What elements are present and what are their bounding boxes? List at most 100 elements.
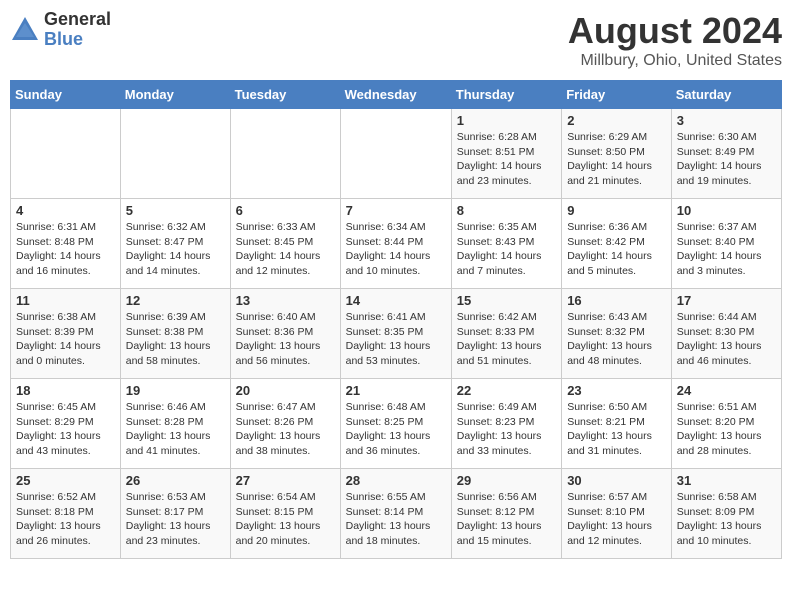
calendar-cell: 29Sunrise: 6:56 AM Sunset: 8:12 PM Dayli… — [451, 469, 561, 559]
day-info: Sunrise: 6:58 AM Sunset: 8:09 PM Dayligh… — [677, 490, 776, 549]
calendar-cell: 14Sunrise: 6:41 AM Sunset: 8:35 PM Dayli… — [340, 289, 451, 379]
calendar-cell: 10 Sunrise: 6:37 AM Sunset: 8:40 PM Dayli… — [671, 199, 781, 289]
calendar-table: SundayMondayTuesdayWednesdayThursdayFrid… — [10, 80, 782, 559]
calendar-cell: 17 Sunrise: 6:44 AM Sunset: 8:30 PM Dayli… — [671, 289, 781, 379]
logo-blue-text: Blue — [44, 30, 111, 50]
day-info: Sunrise: 6:45 AM Sunset: 8:29 PM Dayligh… — [16, 400, 115, 459]
week-row-2: 4Sunrise: 6:31 AM Sunset: 8:48 PM Daylig… — [11, 199, 782, 289]
day-number: 25 — [16, 473, 115, 488]
day-info: Sunrise: 6:36 AM Sunset: 8:42 PM Dayligh… — [567, 220, 666, 279]
week-row-5: 25 Sunrise: 6:52 AM Sunset: 8:18 PM Dayli… — [11, 469, 782, 559]
day-info: Sunrise: 6:52 AM Sunset: 8:18 PM Dayligh… — [16, 490, 115, 549]
calendar-cell: 1 Sunrise: 6:28 AM Sunset: 8:51 PM Daylig… — [451, 109, 561, 199]
calendar-cell: 15 Sunrise: 6:42 AM Sunset: 8:33 PM Dayli… — [451, 289, 561, 379]
calendar-cell — [230, 109, 340, 199]
day-info: Sunrise: 6:32 AM Sunset: 8:47 PM Dayligh… — [126, 220, 225, 279]
day-number: 18 — [16, 383, 115, 398]
day-number: 6 — [236, 203, 335, 218]
day-info: Sunrise: 6:29 AM Sunset: 8:50 PM Dayligh… — [567, 130, 666, 189]
calendar-cell: 12 Sunrise: 6:39 AM Sunset: 8:38 PM Dayli… — [120, 289, 230, 379]
day-info: Sunrise: 6:38 AM Sunset: 8:39 PM Dayligh… — [16, 310, 115, 369]
calendar-cell: 23Sunrise: 6:50 AM Sunset: 8:21 PM Dayli… — [562, 379, 672, 469]
day-number: 31 — [677, 473, 776, 488]
day-number: 7 — [346, 203, 446, 218]
calendar-header: SundayMondayTuesdayWednesdayThursdayFrid… — [11, 81, 782, 109]
month-year-title: August 2024 — [568, 10, 782, 52]
day-info: Sunrise: 6:33 AM Sunset: 8:45 PM Dayligh… — [236, 220, 335, 279]
calendar-cell: 5Sunrise: 6:32 AM Sunset: 8:47 PM Daylig… — [120, 199, 230, 289]
day-info: Sunrise: 6:55 AM Sunset: 8:14 PM Dayligh… — [346, 490, 446, 549]
calendar-cell: 20Sunrise: 6:47 AM Sunset: 8:26 PM Dayli… — [230, 379, 340, 469]
day-number: 27 — [236, 473, 335, 488]
calendar-cell: 16 Sunrise: 6:43 AM Sunset: 8:32 PM Dayli… — [562, 289, 672, 379]
day-info: Sunrise: 6:53 AM Sunset: 8:17 PM Dayligh… — [126, 490, 225, 549]
calendar-cell: 27 Sunrise: 6:54 AM Sunset: 8:15 PM Dayli… — [230, 469, 340, 559]
calendar-cell: 24 Sunrise: 6:51 AM Sunset: 8:20 PM Dayli… — [671, 379, 781, 469]
day-number: 9 — [567, 203, 666, 218]
calendar-cell: 3 Sunrise: 6:30 AM Sunset: 8:49 PM Daylig… — [671, 109, 781, 199]
calendar-cell — [11, 109, 121, 199]
day-info: Sunrise: 6:42 AM Sunset: 8:33 PM Dayligh… — [457, 310, 556, 369]
week-row-4: 18 Sunrise: 6:45 AM Sunset: 8:29 PM Dayli… — [11, 379, 782, 469]
day-info: Sunrise: 6:35 AM Sunset: 8:43 PM Dayligh… — [457, 220, 556, 279]
calendar-cell: 30Sunrise: 6:57 AM Sunset: 8:10 PM Dayli… — [562, 469, 672, 559]
day-number: 17 — [677, 293, 776, 308]
calendar-cell: 6 Sunrise: 6:33 AM Sunset: 8:45 PM Daylig… — [230, 199, 340, 289]
day-number: 3 — [677, 113, 776, 128]
day-number: 11 — [16, 293, 115, 308]
calendar-cell: 26Sunrise: 6:53 AM Sunset: 8:17 PM Dayli… — [120, 469, 230, 559]
calendar-cell: 4Sunrise: 6:31 AM Sunset: 8:48 PM Daylig… — [11, 199, 121, 289]
calendar-cell: 11 Sunrise: 6:38 AM Sunset: 8:39 PM Dayli… — [11, 289, 121, 379]
calendar-cell: 19Sunrise: 6:46 AM Sunset: 8:28 PM Dayli… — [120, 379, 230, 469]
calendar-cell: 9 Sunrise: 6:36 AM Sunset: 8:42 PM Daylig… — [562, 199, 672, 289]
calendar-cell: 18 Sunrise: 6:45 AM Sunset: 8:29 PM Dayli… — [11, 379, 121, 469]
week-row-3: 11 Sunrise: 6:38 AM Sunset: 8:39 PM Dayli… — [11, 289, 782, 379]
day-number: 30 — [567, 473, 666, 488]
calendar-cell: 22 Sunrise: 6:49 AM Sunset: 8:23 PM Dayli… — [451, 379, 561, 469]
day-number: 28 — [346, 473, 446, 488]
header-day-friday: Friday — [562, 81, 672, 109]
logo-general-text: General — [44, 10, 111, 30]
day-info: Sunrise: 6:44 AM Sunset: 8:30 PM Dayligh… — [677, 310, 776, 369]
day-info: Sunrise: 6:30 AM Sunset: 8:49 PM Dayligh… — [677, 130, 776, 189]
calendar-cell: 13 Sunrise: 6:40 AM Sunset: 8:36 PM Dayli… — [230, 289, 340, 379]
day-number: 23 — [567, 383, 666, 398]
day-info: Sunrise: 6:43 AM Sunset: 8:32 PM Dayligh… — [567, 310, 666, 369]
day-info: Sunrise: 6:49 AM Sunset: 8:23 PM Dayligh… — [457, 400, 556, 459]
day-info: Sunrise: 6:40 AM Sunset: 8:36 PM Dayligh… — [236, 310, 335, 369]
day-info: Sunrise: 6:28 AM Sunset: 8:51 PM Dayligh… — [457, 130, 556, 189]
day-number: 1 — [457, 113, 556, 128]
day-number: 13 — [236, 293, 335, 308]
day-info: Sunrise: 6:39 AM Sunset: 8:38 PM Dayligh… — [126, 310, 225, 369]
day-number: 16 — [567, 293, 666, 308]
day-info: Sunrise: 6:54 AM Sunset: 8:15 PM Dayligh… — [236, 490, 335, 549]
day-info: Sunrise: 6:34 AM Sunset: 8:44 PM Dayligh… — [346, 220, 446, 279]
day-number: 2 — [567, 113, 666, 128]
calendar-cell: 21Sunrise: 6:48 AM Sunset: 8:25 PM Dayli… — [340, 379, 451, 469]
header-day-sunday: Sunday — [11, 81, 121, 109]
calendar-cell: 25 Sunrise: 6:52 AM Sunset: 8:18 PM Dayli… — [11, 469, 121, 559]
logo: General Blue — [10, 10, 111, 50]
location-text: Millbury, Ohio, United States — [568, 52, 782, 70]
header-day-tuesday: Tuesday — [230, 81, 340, 109]
calendar-cell: 2 Sunrise: 6:29 AM Sunset: 8:50 PM Daylig… — [562, 109, 672, 199]
day-info: Sunrise: 6:47 AM Sunset: 8:26 PM Dayligh… — [236, 400, 335, 459]
day-number: 22 — [457, 383, 556, 398]
day-number: 21 — [346, 383, 446, 398]
day-number: 15 — [457, 293, 556, 308]
day-number: 10 — [677, 203, 776, 218]
header-row: SundayMondayTuesdayWednesdayThursdayFrid… — [11, 81, 782, 109]
calendar-cell — [120, 109, 230, 199]
day-number: 12 — [126, 293, 225, 308]
day-number: 19 — [126, 383, 225, 398]
page-header: General Blue August 2024 Millbury, Ohio,… — [10, 10, 782, 70]
week-row-1: 1 Sunrise: 6:28 AM Sunset: 8:51 PM Daylig… — [11, 109, 782, 199]
logo-icon — [10, 15, 40, 45]
day-number: 14 — [346, 293, 446, 308]
day-number: 29 — [457, 473, 556, 488]
day-number: 24 — [677, 383, 776, 398]
calendar-cell: 28 Sunrise: 6:55 AM Sunset: 8:14 PM Dayli… — [340, 469, 451, 559]
header-day-wednesday: Wednesday — [340, 81, 451, 109]
day-info: Sunrise: 6:37 AM Sunset: 8:40 PM Dayligh… — [677, 220, 776, 279]
day-info: Sunrise: 6:51 AM Sunset: 8:20 PM Dayligh… — [677, 400, 776, 459]
